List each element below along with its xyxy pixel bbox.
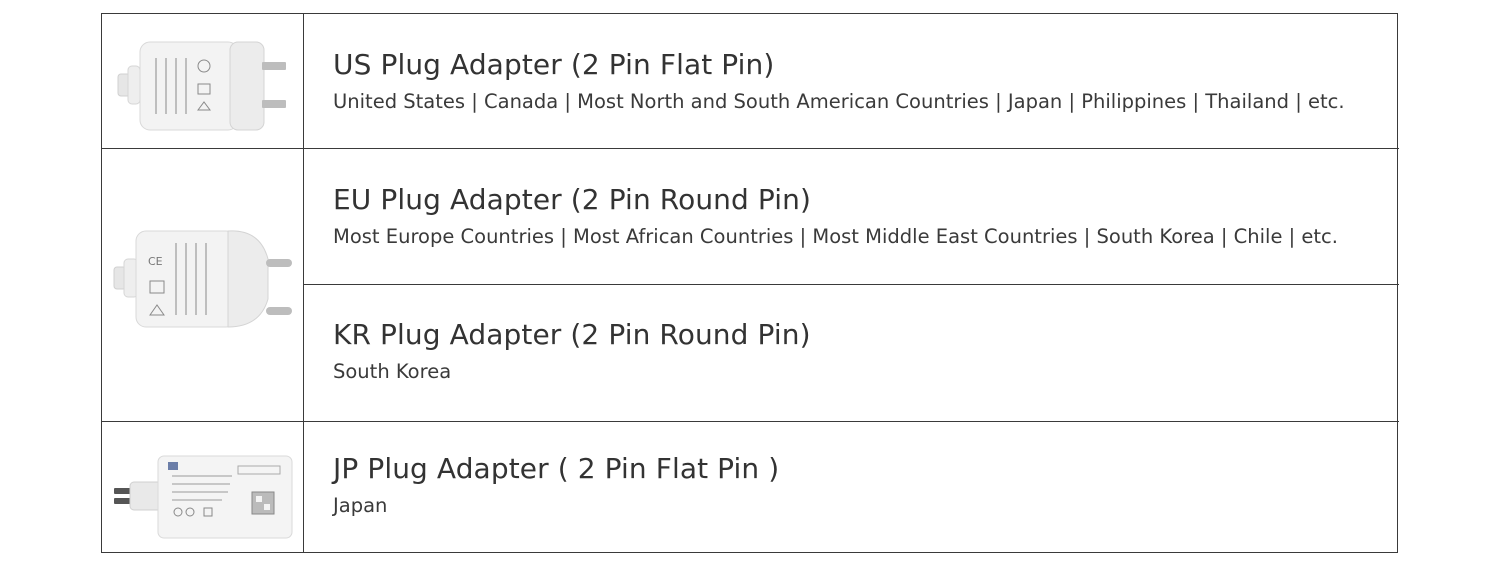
- us-plug-adapter-image: [117, 41, 286, 131]
- jp-adapter-title: JP Plug Adapter ( 2 Pin Flat Pin ): [333, 452, 780, 485]
- eu-adapter-title: EU Plug Adapter (2 Pin Round Pin): [333, 183, 812, 216]
- kr-adapter-cell: KR Plug Adapter (2 Pin Round Pin) South …: [305, 285, 1397, 421]
- kr-adapter-title: KR Plug Adapter (2 Pin Round Pin): [333, 318, 811, 351]
- eu-adapter-countries: Most Europe Countries | Most African Cou…: [333, 225, 1338, 248]
- jp-adapter-countries: Japan: [333, 494, 388, 517]
- jp-adapter-cell: JP Plug Adapter ( 2 Pin Flat Pin ) Japan: [305, 422, 1397, 553]
- us-adapter-cell: US Plug Adapter (2 Pin Flat Pin) United …: [305, 14, 1397, 148]
- svg-text:CE: CE: [148, 255, 163, 268]
- plug-adapter-table: CE US Plug Adapter (2 Pin Flat Pin) Unit…: [101, 13, 1399, 553]
- eu-kr-plug-adapter-image: CE: [113, 230, 292, 328]
- us-adapter-countries: United States | Canada | Most North and …: [333, 90, 1345, 113]
- us-adapter-title: US Plug Adapter (2 Pin Flat Pin): [333, 48, 775, 81]
- jp-plug-adapter-image: [114, 455, 293, 539]
- kr-adapter-countries: South Korea: [333, 360, 452, 383]
- eu-adapter-cell: EU Plug Adapter (2 Pin Round Pin) Most E…: [305, 149, 1397, 284]
